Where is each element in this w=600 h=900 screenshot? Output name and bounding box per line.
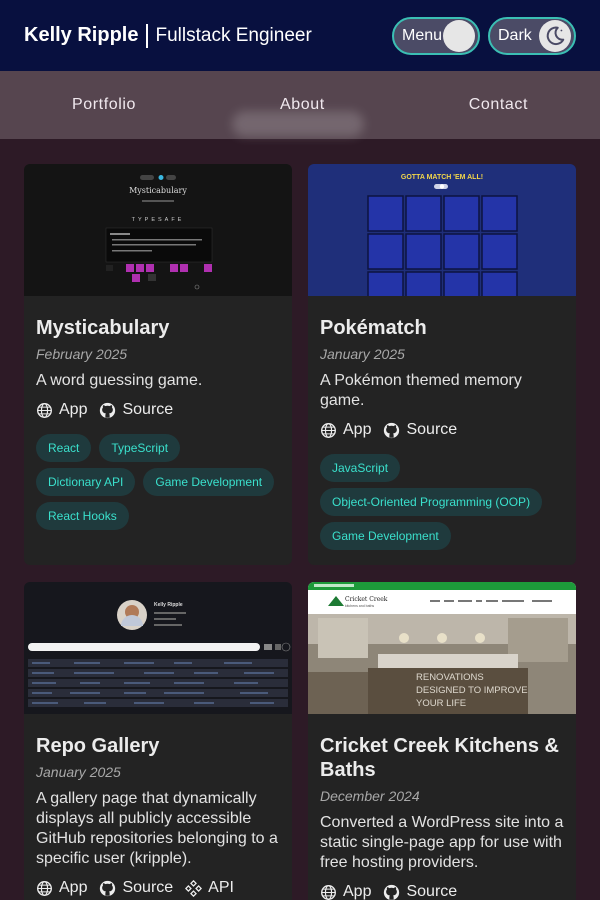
project-title: Cricket Creek Kitchens & Baths	[320, 735, 559, 781]
globe-icon	[321, 884, 336, 900]
site-header: Kelly Ripple Fullstack Engineer Menu Dar…	[0, 0, 600, 71]
source-link-label: Source	[122, 401, 174, 418]
source-link[interactable]: Source	[99, 878, 173, 898]
globe-icon	[37, 880, 52, 896]
app-link[interactable]: App	[36, 400, 87, 420]
project-card: Mysticabulary TYPESAFE Mysticabulary Feb…	[24, 164, 292, 565]
card-body: Mysticabulary February 2025 A word guess…	[24, 296, 292, 552]
app-link[interactable]: App	[320, 420, 371, 440]
project-card: GOTTA MATCH 'EM ALL! Pokématch January 2…	[308, 164, 576, 565]
project-screenshot[interactable]: Mysticabulary TYPESAFE	[24, 164, 292, 296]
github-icon	[384, 884, 400, 900]
project-screenshot[interactable]: Cricket Creek kitchens and baths RENOVAT…	[308, 582, 576, 714]
app-link-label: App	[59, 879, 88, 896]
tag[interactable]: TypeScript	[99, 434, 181, 462]
project-title: Repo Gallery	[36, 735, 160, 757]
github-icon	[384, 422, 400, 438]
card-body: Pokématch January 2025 A Pokémon themed …	[308, 296, 576, 565]
tag[interactable]: React	[36, 434, 92, 462]
project-tags: React TypeScript Dictionary API Game Dev…	[36, 434, 280, 552]
tag[interactable]: React Hooks	[36, 502, 129, 530]
globe-icon	[37, 402, 52, 418]
globe-icon	[321, 422, 336, 438]
card-body: Repo Gallery January 2025 A gallery page…	[24, 714, 292, 898]
source-link[interactable]: Source	[383, 420, 457, 440]
source-link[interactable]: Source	[383, 882, 457, 900]
source-link[interactable]: Source	[99, 400, 173, 420]
project-links: App Source	[36, 400, 280, 420]
project-screenshot[interactable]: GOTTA MATCH 'EM ALL!	[308, 164, 576, 296]
thumb-word: TYPESAFE	[132, 217, 185, 223]
app-link-label: App	[59, 401, 88, 418]
project-date: February 2025	[36, 346, 128, 362]
menu-toggle[interactable]: Menu	[392, 16, 480, 55]
project-title: Pokématch	[320, 317, 427, 339]
project-description: A Pokémon themed memory game.	[320, 372, 522, 409]
thumb-banner: GOTTA MATCH 'EM ALL!	[401, 174, 483, 181]
source-link-label: Source	[406, 421, 458, 438]
api-link-label: API	[208, 879, 234, 896]
brand-name: Kelly Ripple	[24, 24, 139, 46]
thumb-brand-sub: kitchens and baths	[345, 604, 374, 608]
api-link[interactable]: API	[185, 878, 234, 898]
toggle-group: Menu Dark	[392, 16, 576, 55]
mysticabulary-preview: Mysticabulary TYPESAFE	[105, 175, 213, 290]
thumb-title: Mysticabulary	[129, 186, 187, 195]
project-card: Cricket Creek kitchens and baths RENOVAT…	[308, 582, 576, 900]
brand-role: Fullstack Engineer	[155, 24, 312, 46]
api-icon	[185, 879, 203, 897]
nav-ghost-overlay	[232, 111, 364, 137]
menu-toggle-label: Menu	[402, 26, 443, 44]
project-title: Mysticabulary	[36, 317, 170, 339]
github-icon	[100, 880, 116, 896]
brand[interactable]: Kelly Ripple Fullstack Engineer	[24, 23, 312, 48]
project-links: App Source API	[36, 878, 280, 898]
main-nav: Portfolio About Contact	[0, 71, 600, 139]
project-links: App Source	[320, 420, 564, 440]
project-description: A gallery page that dynamically displays…	[36, 790, 278, 867]
app-link-label: App	[343, 421, 372, 438]
cricket-creek-preview: Cricket Creek kitchens and baths RENOVAT…	[308, 582, 576, 714]
thumb-brand: Cricket Creek	[345, 596, 388, 603]
thumb-name: Kelly Ripple	[154, 602, 183, 608]
project-date: December 2024	[320, 788, 420, 804]
project-tags: JavaScript Object-Oriented Programming (…	[320, 454, 564, 565]
tag[interactable]: JavaScript	[320, 454, 401, 482]
repo-gallery-preview: Kelly Ripple	[28, 600, 291, 707]
nav-contact[interactable]: Contact	[469, 96, 528, 114]
source-link-label: Source	[122, 879, 174, 896]
app-link[interactable]: App	[320, 882, 371, 900]
source-link-label: Source	[406, 883, 458, 900]
menu-toggle-knob	[443, 19, 475, 52]
project-card: Kelly Ripple Repo Gallery January 2025 A…	[24, 582, 292, 900]
project-date: January 2025	[36, 764, 121, 780]
tag[interactable]: Game Development	[143, 468, 275, 496]
app-link-label: App	[343, 883, 372, 900]
dark-toggle-label: Dark	[498, 26, 532, 44]
project-description: Converted a WordPress site into a static…	[320, 814, 564, 871]
pokematch-preview: GOTTA MATCH 'EM ALL!	[367, 174, 518, 296]
nav-portfolio[interactable]: Portfolio	[72, 96, 136, 114]
tag[interactable]: Object-Oriented Programming (OOP)	[320, 488, 543, 516]
project-links: App Source	[320, 882, 564, 900]
dark-mode-toggle[interactable]: Dark	[488, 16, 576, 55]
tag[interactable]: Game Development	[320, 522, 451, 550]
project-screenshot[interactable]: Kelly Ripple	[24, 582, 292, 714]
brand-divider	[146, 23, 149, 48]
tag[interactable]: Dictionary API	[36, 468, 136, 496]
card-body: Cricket Creek Kitchens & Baths December …	[308, 714, 576, 900]
app-link[interactable]: App	[36, 878, 87, 898]
project-description: A word guessing game.	[36, 372, 203, 389]
moon-icon	[539, 19, 571, 52]
project-date: January 2025	[320, 346, 405, 362]
github-icon	[100, 402, 116, 418]
